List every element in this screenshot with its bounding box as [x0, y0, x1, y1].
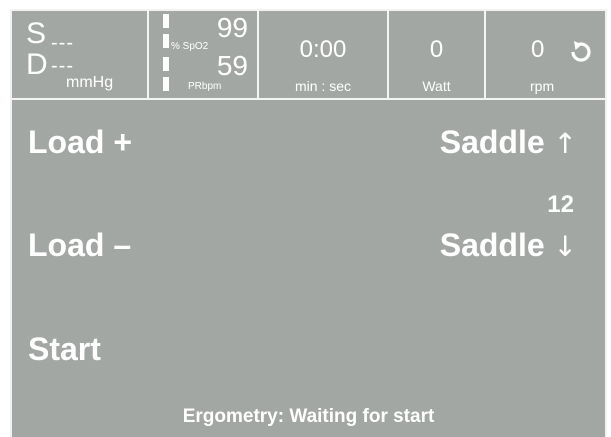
blood-pressure-panel: S --- D --- mmHg	[12, 11, 149, 98]
timer-panel: 0:00 min : sec	[259, 11, 389, 98]
arrow-up-icon: ↑	[553, 127, 577, 160]
diastolic-label: D	[26, 48, 48, 81]
rotate-icon	[571, 41, 591, 62]
cadence-value: 0	[531, 36, 545, 63]
power-unit: Watt	[422, 78, 451, 94]
status-bar: S --- D --- mmHg 99 % SpO2 59 PRbpm 0:00…	[12, 11, 605, 100]
spo2-label: % SpO2	[171, 41, 209, 52]
diastolic-value: ---	[51, 55, 74, 77]
power-panel: 0 Watt	[389, 11, 486, 98]
saddle-position-value: 12	[547, 191, 574, 218]
spo2-value: 99	[216, 12, 248, 43]
signal-bar-segment	[163, 57, 169, 71]
load-increase-button[interactable]: Load +	[28, 124, 132, 160]
arrow-down-icon: ↓	[553, 230, 577, 263]
saddle-down-label: Saddle	[439, 227, 545, 263]
systolic-value: ---	[51, 32, 74, 54]
pulse-rate-value: 59	[216, 50, 248, 81]
pulse-rate-label: PRbpm	[188, 81, 222, 92]
signal-bar-segment	[163, 14, 169, 28]
timer-unit: min : sec	[294, 78, 351, 94]
timer-value: 0:00	[299, 36, 347, 63]
pulse-oximeter-panel: 99 % SpO2 59 PRbpm	[149, 11, 259, 98]
load-decrease-button[interactable]: Load –	[28, 227, 131, 263]
bp-unit-label: mmHg	[66, 74, 114, 91]
ergometer-screen: S --- D --- mmHg 99 % SpO2 59 PRbpm 0:00…	[10, 9, 607, 437]
cadence-panel: 0 rpm	[486, 11, 605, 98]
saddle-down-button[interactable]: Saddle ↓	[440, 227, 577, 265]
signal-bar-segment	[163, 77, 169, 91]
systolic-label: S	[26, 17, 47, 50]
start-button[interactable]: Start	[28, 331, 101, 367]
signal-bar-segment	[163, 34, 169, 48]
cadence-unit: rpm	[530, 78, 555, 94]
saddle-up-label: Saddle	[439, 124, 545, 160]
power-value: 0	[429, 36, 444, 63]
status-message: Ergometry: Waiting for start	[182, 406, 435, 427]
saddle-up-button[interactable]: Saddle ↑	[440, 124, 577, 162]
